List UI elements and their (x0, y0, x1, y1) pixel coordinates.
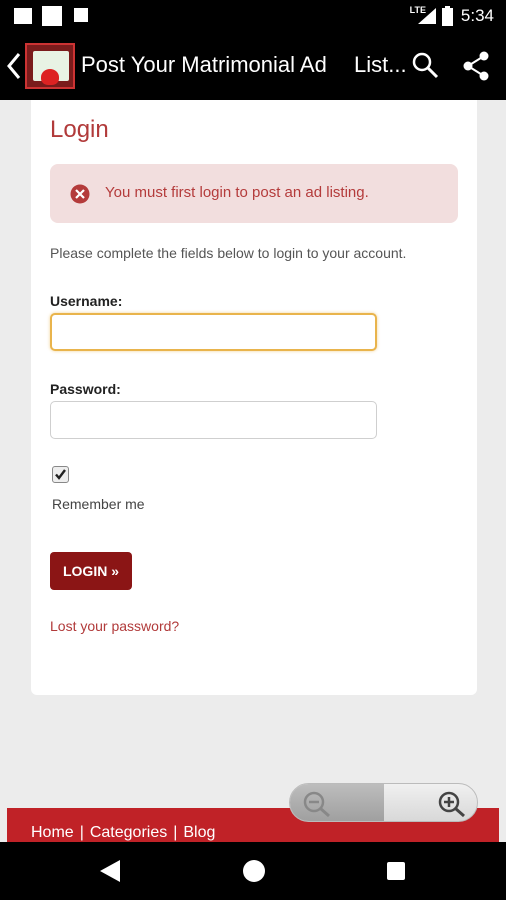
app-subtitle: List... (354, 52, 407, 77)
web-content: Login You must first login to post an ad… (0, 100, 506, 842)
footer-link-home[interactable]: Home (31, 824, 74, 841)
page-title: Login (50, 116, 109, 143)
lost-password-link[interactable]: Lost your password? (50, 618, 179, 634)
alert-message: You must first login to post an ad listi… (105, 184, 369, 201)
app-title: Post Your Matrimonial Ad (81, 52, 327, 77)
footer-link-blog[interactable]: Blog (183, 824, 215, 841)
checkmark-icon (55, 469, 66, 480)
nav-back-icon[interactable] (100, 860, 122, 882)
zoom-in-button[interactable] (385, 784, 477, 821)
signal-icon (418, 8, 436, 24)
username-label: Username: (50, 293, 123, 309)
password-field[interactable] (51, 402, 376, 438)
notification-icon (14, 8, 32, 24)
footer-link-categories[interactable]: Categories (90, 824, 167, 841)
error-alert: You must first login to post an ad listi… (50, 164, 458, 223)
status-bar: LTE 5:34 (0, 0, 506, 32)
footer-links: Home | Categories | Blog (31, 824, 216, 841)
system-nav-bar (0, 842, 506, 900)
remember-me-label: Remember me (52, 496, 145, 512)
nav-recents-icon[interactable] (387, 862, 405, 880)
remember-me-checkbox[interactable] (52, 466, 69, 483)
nav-home-icon[interactable] (243, 860, 265, 882)
username-field[interactable] (52, 315, 375, 349)
app-bar: Post Your Matrimonial Ad List... (0, 32, 506, 100)
username-field-wrapper (50, 313, 377, 351)
battery-icon (442, 6, 453, 26)
zoom-out-button[interactable] (290, 784, 384, 821)
clock: 5:34 (460, 6, 494, 25)
password-field-wrapper (50, 401, 377, 439)
search-icon[interactable] (410, 50, 440, 80)
zoom-control (289, 783, 478, 822)
app-logo (25, 43, 75, 89)
login-instructions: Please complete the fields below to logi… (50, 245, 407, 261)
zoom-in-icon (438, 791, 465, 818)
share-icon[interactable] (460, 50, 492, 82)
error-circle-icon (70, 184, 90, 204)
chevron-left-icon[interactable] (4, 50, 24, 82)
password-label: Password: (50, 381, 121, 397)
login-button[interactable]: LOGIN » (50, 552, 132, 590)
notification-icon (74, 8, 88, 22)
zoom-out-icon (303, 791, 330, 818)
notification-icon (42, 6, 62, 26)
